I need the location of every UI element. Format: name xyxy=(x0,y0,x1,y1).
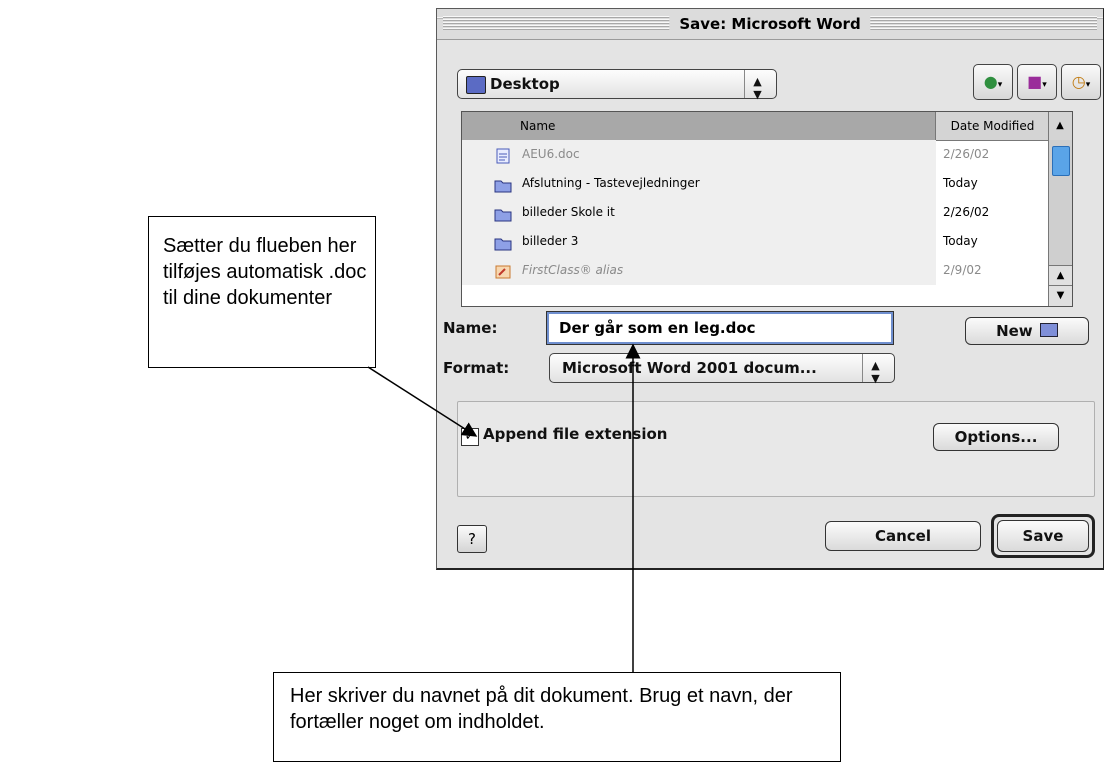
callout-bottom-line-2: fortæller noget om indholdet. xyxy=(290,711,545,733)
save-dialog: Save: Microsoft Word Desktop ▲ ▼ ●▾ ■▾ ◷▾… xyxy=(436,8,1104,570)
file-date: 2/26/02 xyxy=(943,205,990,219)
title-bar[interactable]: Save: Microsoft Word xyxy=(437,9,1103,40)
callout-bottom-line-1: Her skriver du navnet på dit dokument. B… xyxy=(290,685,793,707)
file-row[interactable]: Afslutning - Tastevejledninger Today xyxy=(462,169,1048,198)
scrollbar[interactable]: ▲ ▼ xyxy=(1048,140,1072,306)
shortcuts-icon: ● xyxy=(983,72,998,91)
location-popup[interactable]: Desktop ▲ ▼ xyxy=(457,69,777,101)
desktop-icon xyxy=(466,76,486,94)
folder-icon xyxy=(494,233,512,251)
folder-icon xyxy=(1039,323,1058,337)
scroll-down-arrow[interactable]: ▼ xyxy=(1049,285,1072,306)
scroll-thumb[interactable] xyxy=(1052,146,1070,176)
dialog-title: Save: Microsoft Word xyxy=(669,14,871,34)
file-row[interactable]: AEU6.doc 2/26/02 xyxy=(462,140,1048,169)
save-button[interactable]: Save xyxy=(997,520,1089,552)
name-label: Name: xyxy=(443,319,498,337)
column-header-name[interactable]: Name xyxy=(462,112,936,140)
favorites-icon: ■ xyxy=(1027,72,1043,91)
column-header-date[interactable]: Date Modified xyxy=(937,112,1049,140)
help-button[interactable]: ? xyxy=(457,525,487,553)
file-name: FirstClass® alias xyxy=(522,263,624,277)
callout-left-line-3: til dine dokumenter xyxy=(163,287,332,309)
file-row[interactable]: billeder Skole it 2/26/02 xyxy=(462,198,1048,227)
alias-icon xyxy=(494,262,512,279)
file-name: billeder 3 xyxy=(522,234,579,248)
file-date: Today xyxy=(943,234,978,248)
new-folder-button[interactable]: New xyxy=(965,317,1089,345)
file-date: Today xyxy=(943,176,978,190)
word-document-icon xyxy=(494,146,512,164)
list-header: Name Date Modified ▲ xyxy=(462,112,1072,141)
new-folder-label: New xyxy=(996,322,1033,340)
file-name: billeder Skole it xyxy=(522,205,615,219)
format-popup[interactable]: Microsoft Word 2001 docum... ▲ ▼ xyxy=(549,353,895,385)
folder-icon xyxy=(494,204,512,222)
recent-button[interactable]: ◷▾ xyxy=(1061,64,1101,100)
file-date: 2/26/02 xyxy=(943,147,990,161)
format-popup-arrows-icon: ▲ ▼ xyxy=(862,354,888,385)
sort-direction-icon[interactable]: ▲ xyxy=(1048,112,1072,140)
file-row[interactable]: billeder 3 Today xyxy=(462,227,1048,256)
callout-left-line-1: Sætter du flueben her xyxy=(163,235,357,257)
scroll-up-arrow[interactable]: ▲ xyxy=(1049,265,1072,286)
help-icon: ? xyxy=(468,530,476,548)
file-date: 2/9/02 xyxy=(943,263,982,277)
append-extension-checkbox[interactable]: ✓ xyxy=(461,428,479,446)
file-name: Afslutning - Tastevejledninger xyxy=(522,176,700,190)
file-list[interactable]: Name Date Modified ▲ AEU6.doc 2/26/02 Afsl… xyxy=(461,111,1073,307)
format-label: Format: xyxy=(443,359,510,377)
format-popup-value: Microsoft Word 2001 docum... xyxy=(562,359,817,377)
file-name: AEU6.doc xyxy=(522,147,580,161)
file-name-input[interactable]: Der går som en leg.doc xyxy=(546,311,894,345)
recent-icon: ◷ xyxy=(1071,72,1086,91)
folder-icon xyxy=(494,175,512,193)
file-row[interactable]: FirstClass® alias 2/9/02 xyxy=(462,256,1048,285)
location-popup-value: Desktop xyxy=(490,75,560,93)
options-button[interactable]: Options... xyxy=(933,423,1059,451)
popup-arrows-icon: ▲ ▼ xyxy=(744,70,770,101)
cancel-button[interactable]: Cancel xyxy=(825,521,981,551)
callout-append-extension: Sætter du flueben her tilføjes automatis… xyxy=(148,216,376,368)
append-extension-label: Append file extension xyxy=(483,425,668,443)
shortcuts-button[interactable]: ●▾ xyxy=(973,64,1013,100)
callout-left-line-2: tilføjes automatisk .doc xyxy=(163,261,367,283)
favorites-button[interactable]: ■▾ xyxy=(1017,64,1057,100)
